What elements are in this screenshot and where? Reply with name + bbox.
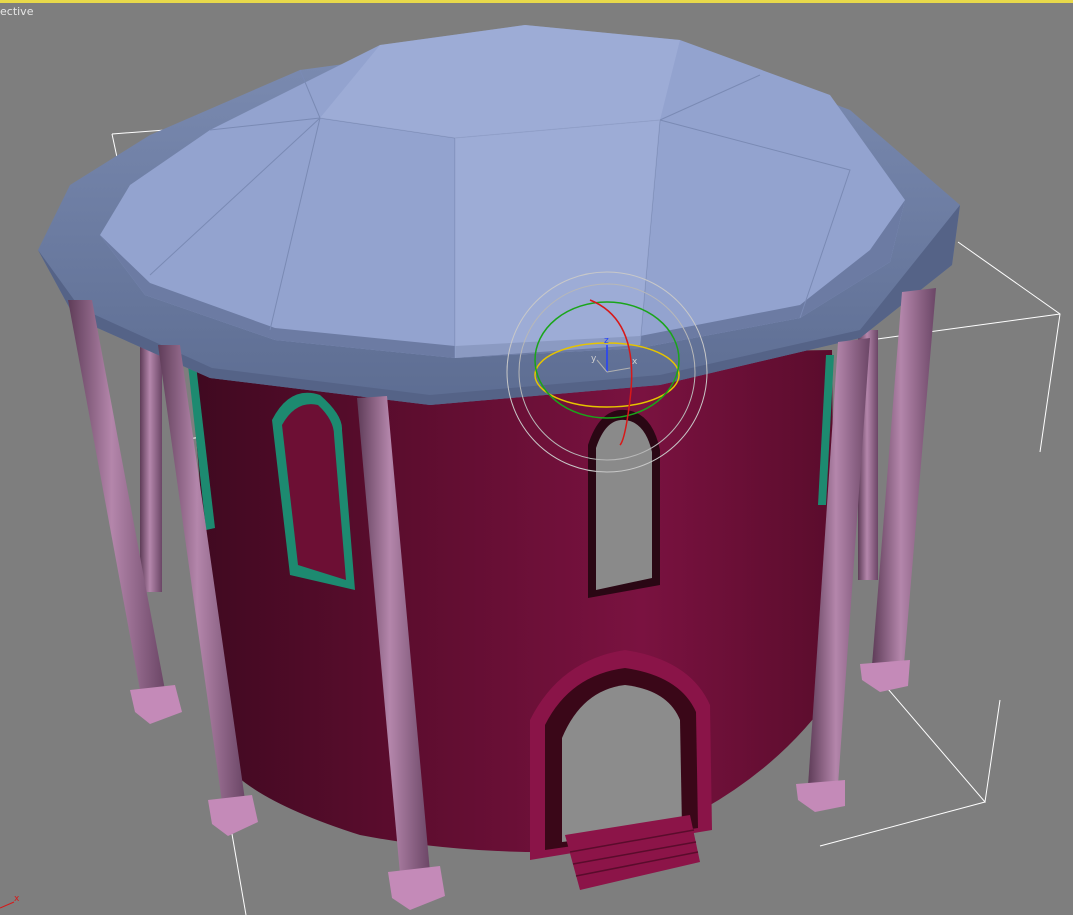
scene-canvas[interactable]: z x y x [0,0,1073,915]
gizmo-z-label: z [604,336,609,346]
gizmo-x-label: x [632,357,638,367]
world-axis-x-label: x [14,894,20,904]
world-axis-tripod: x [0,894,20,909]
gizmo-y-label: y [591,354,597,364]
front-door [530,650,712,890]
perspective-viewport[interactable]: ective z x y x [0,0,1073,915]
center-window [588,409,660,598]
